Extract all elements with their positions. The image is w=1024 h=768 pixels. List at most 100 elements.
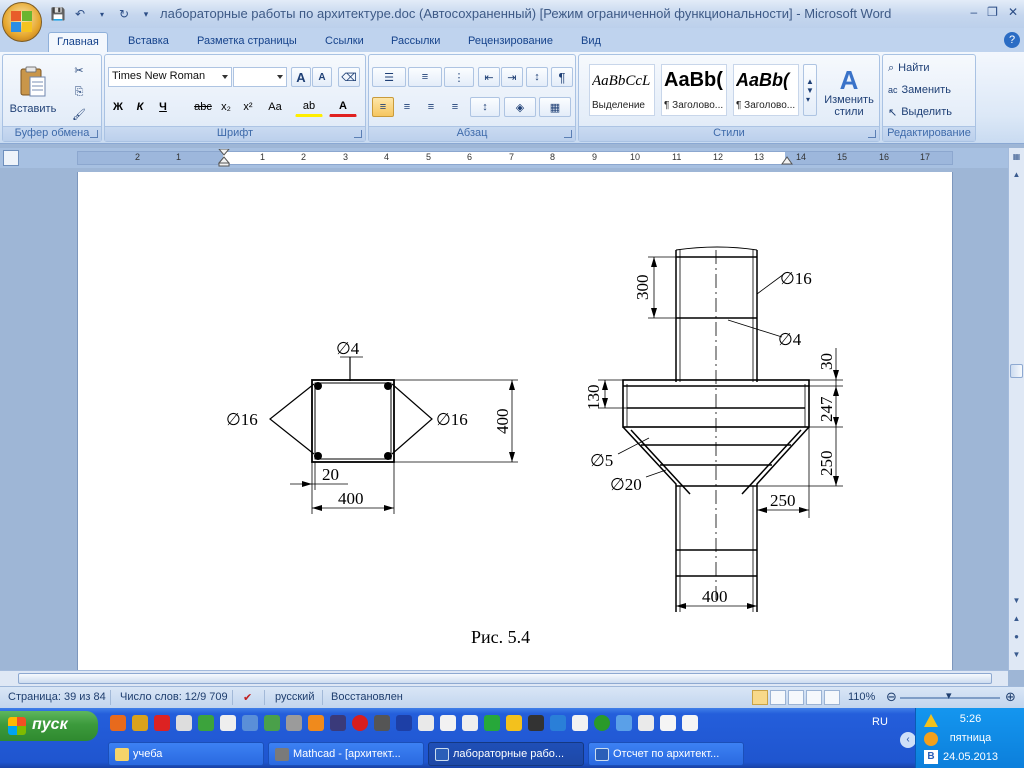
language-bar[interactable]: RU — [872, 716, 888, 728]
undo-icon[interactable]: ↶ — [72, 6, 88, 22]
page-count[interactable]: Страница: 39 из 84 — [8, 691, 106, 703]
draft-view-icon[interactable] — [824, 690, 840, 705]
save-icon[interactable]: 💾 — [50, 6, 66, 22]
align-left-icon[interactable]: ≡ — [372, 97, 394, 117]
full-screen-reading-icon[interactable] — [770, 690, 786, 705]
align-center-icon[interactable]: ≡ — [396, 97, 418, 117]
redo-icon[interactable]: ↻ — [116, 6, 132, 22]
task-button[interactable]: Mathcad - [архитект... — [268, 742, 424, 766]
start-button[interactable]: пуск — [0, 711, 98, 741]
minimize-button[interactable]: – — [970, 5, 977, 19]
app-launcher-icon[interactable] — [638, 715, 654, 731]
previous-page-icon[interactable]: ▲ — [1010, 614, 1023, 628]
decrease-indent-icon[interactable]: ⇤ — [478, 67, 500, 87]
right-indent-marker-icon[interactable] — [781, 156, 793, 166]
shading-icon[interactable]: ◈ — [504, 97, 536, 117]
app-launcher-icon[interactable] — [132, 715, 148, 731]
paragraph-launcher-icon[interactable] — [564, 130, 572, 138]
app-launcher-icon[interactable] — [572, 715, 588, 731]
show-hidden-icons-icon[interactable]: ‹ — [900, 732, 916, 748]
word-count[interactable]: Число слов: 12/9 709 — [120, 691, 228, 703]
task-button[interactable]: Отсчет по архитект... — [588, 742, 744, 766]
borders-icon[interactable]: ▦ — [539, 97, 571, 117]
indent-marker-icon[interactable] — [218, 149, 230, 167]
restore-button[interactable]: ❐ — [987, 5, 998, 19]
copy-icon[interactable]: ⎘ — [69, 83, 89, 101]
app-launcher-icon[interactable] — [176, 715, 192, 731]
vertical-scrollbar[interactable]: ▦ ▲ ▼ ▲ ● ▼ — [1008, 148, 1024, 670]
app-launcher-icon[interactable] — [264, 715, 280, 731]
cut-icon[interactable]: ✂ — [69, 61, 89, 79]
grow-font-button[interactable]: A — [291, 67, 311, 87]
find-button[interactable]: ⌕ Найти — [887, 59, 973, 77]
underline-button[interactable]: Ч — [152, 97, 174, 117]
app-launcher-icon[interactable] — [484, 715, 500, 731]
app-launcher-icon[interactable] — [462, 715, 478, 731]
ruler-toggle-icon[interactable]: ▦ — [1010, 152, 1023, 166]
task-button[interactable]: лабораторные рабо... — [428, 742, 584, 766]
tab-view[interactable]: Вид — [573, 32, 609, 52]
shrink-font-button[interactable]: A — [312, 67, 332, 87]
office-button[interactable] — [2, 2, 42, 42]
app-launcher-icon[interactable] — [242, 715, 258, 731]
zoom-slider-thumb[interactable]: ▾ — [946, 689, 952, 702]
multilevel-list-icon[interactable]: ⋮ — [444, 67, 474, 87]
scroll-down-icon[interactable]: ▼ — [1010, 596, 1023, 610]
subscript-button[interactable]: x₂ — [216, 97, 236, 117]
strikethrough-button[interactable]: abc — [191, 97, 215, 117]
opera-icon[interactable] — [352, 715, 368, 731]
font-name-combo[interactable]: Times New Roman — [108, 67, 232, 87]
firefox-icon[interactable] — [308, 715, 324, 731]
styles-launcher-icon[interactable] — [868, 130, 876, 138]
app-launcher-icon[interactable] — [594, 715, 610, 731]
highlight-button[interactable]: ab — [295, 97, 323, 117]
document-page[interactable]: ∅4 ∅16 ∅16 20 400 400 ∅16 ∅4 300 30 130 … — [77, 172, 953, 670]
sort-icon[interactable]: ↕ — [526, 67, 548, 87]
horizontal-scrollbar[interactable] — [0, 670, 1008, 686]
line-spacing-icon[interactable]: ↕ — [470, 97, 500, 117]
tab-insert[interactable]: Вставка — [120, 32, 177, 52]
align-right-icon[interactable]: ≡ — [420, 97, 442, 117]
outline-view-icon[interactable] — [806, 690, 822, 705]
italic-button[interactable]: К — [130, 97, 150, 117]
browse-object-icon[interactable]: ● — [1010, 632, 1023, 646]
next-page-icon[interactable]: ▼ — [1010, 650, 1023, 664]
customize-qat-icon[interactable]: ▾ — [138, 6, 154, 22]
clock-time[interactable]: 5:26 — [916, 713, 1024, 725]
app-launcher-icon[interactable] — [154, 715, 170, 731]
paste-button[interactable]: Вставить — [7, 57, 59, 123]
app-launcher-icon[interactable] — [110, 715, 126, 731]
app-launcher-icon[interactable] — [528, 715, 544, 731]
show-marks-button[interactable]: ¶ — [551, 67, 573, 87]
style-heading-1[interactable]: AaBb( ¶ Заголово... — [661, 64, 727, 116]
replace-button[interactable]: ac Заменить — [887, 81, 973, 99]
scroll-thumb[interactable] — [18, 673, 992, 684]
tab-selector-icon[interactable] — [3, 150, 19, 166]
bold-button[interactable]: Ж — [108, 97, 128, 117]
format-painter-icon[interactable]: 🖌 — [69, 105, 89, 123]
app-launcher-icon[interactable] — [660, 715, 676, 731]
app-launcher-icon[interactable] — [506, 715, 522, 731]
task-button[interactable]: учеба — [108, 742, 264, 766]
app-launcher-icon[interactable] — [418, 715, 434, 731]
style-emphasis[interactable]: AaBbCcL Выделение — [589, 64, 655, 116]
superscript-button[interactable]: x² — [238, 97, 258, 117]
tab-references[interactable]: Ссылки — [317, 32, 372, 52]
app-launcher-icon[interactable] — [198, 715, 214, 731]
help-icon[interactable]: ? — [1004, 32, 1020, 48]
scroll-thumb[interactable] — [1010, 364, 1023, 378]
app-launcher-icon[interactable] — [286, 715, 302, 731]
increase-indent-icon[interactable]: ⇥ — [501, 67, 523, 87]
dropdown-icon[interactable]: ▾ — [94, 6, 110, 22]
tab-page-layout[interactable]: Разметка страницы — [189, 32, 305, 52]
spellcheck-icon[interactable]: ✔ — [243, 691, 252, 704]
app-launcher-icon[interactable] — [616, 715, 632, 731]
zoom-out-icon[interactable]: ⊖ — [886, 689, 897, 705]
bullets-icon[interactable]: ☰ — [372, 67, 406, 87]
change-styles-button[interactable]: A Изменить стили — [821, 59, 877, 125]
app-launcher-icon[interactable] — [330, 715, 346, 731]
app-launcher-icon[interactable] — [440, 715, 456, 731]
zoom-level[interactable]: 110% — [848, 691, 875, 703]
change-case-button[interactable]: Aa — [261, 97, 289, 117]
tab-home[interactable]: Главная — [48, 32, 108, 52]
